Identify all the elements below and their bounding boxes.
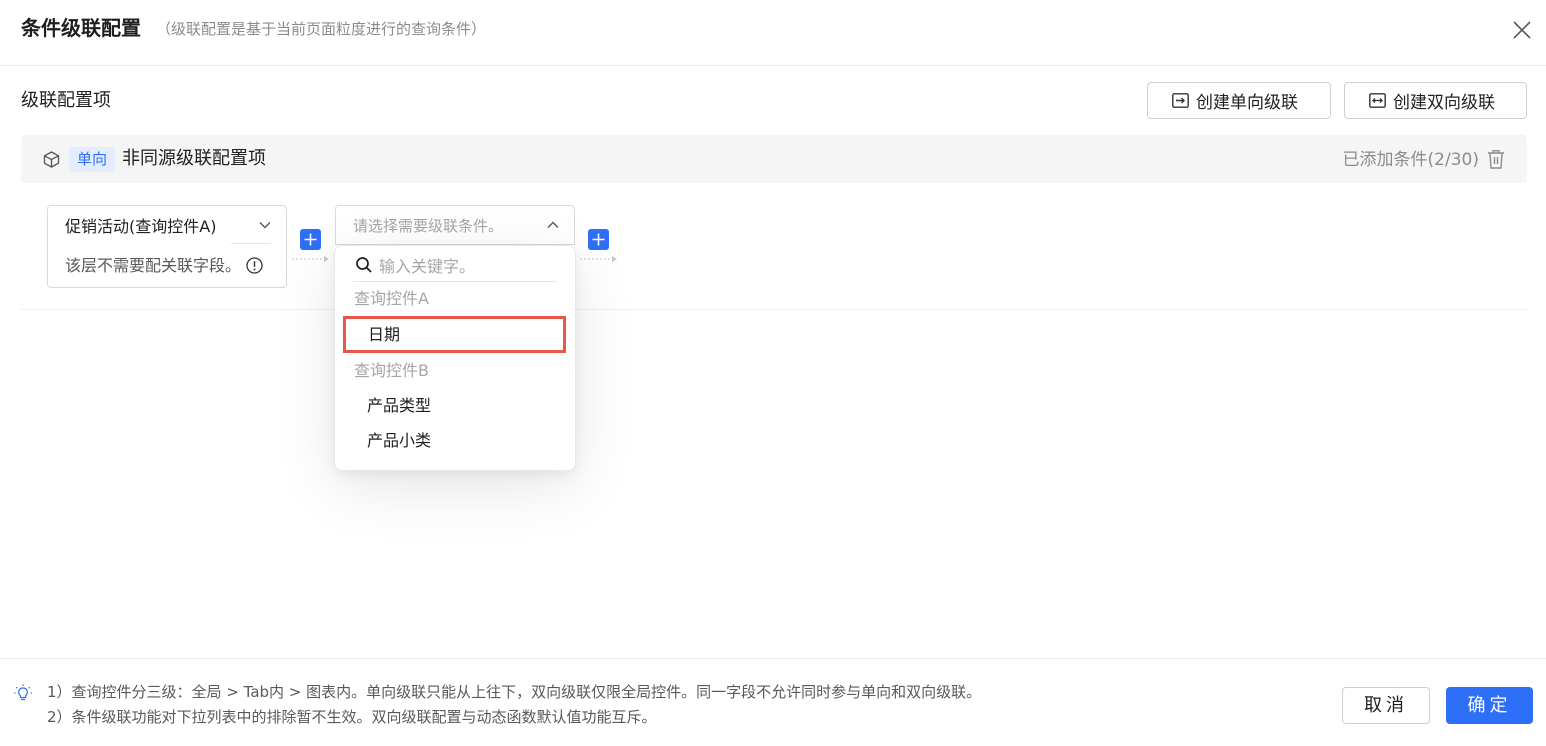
create-double-cascade-button[interactable]: 创建双向级联 xyxy=(1344,82,1527,119)
direction-tag: 单向 xyxy=(69,147,116,172)
cascade-config-item: 单向 非同源级联配置项 已添加条件(2/30) xyxy=(21,135,1527,183)
dropdown-option-product-type[interactable]: 产品类型 xyxy=(367,395,431,417)
chevron-down-icon[interactable] xyxy=(258,220,272,230)
dropdown-group-label: 查询控件B xyxy=(354,361,429,380)
footer-note: 1）查询控件分三级：全局 > Tab内 > 图表内。单向级联只能从上往下，双向级… xyxy=(47,683,982,701)
added-condition-count: 已添加条件(2/30) xyxy=(1342,150,1479,170)
cascade-node-a: 促销活动(查询控件A) 该层不需要配关联字段。 xyxy=(47,205,287,288)
close-button[interactable] xyxy=(1510,18,1534,42)
add-condition-button[interactable] xyxy=(588,229,609,250)
cube-icon xyxy=(43,151,60,168)
connector-arrow xyxy=(580,256,617,262)
dialog-header: 条件级联配置 （级联配置是基于当前页面粒度进行的查询条件） xyxy=(0,0,1546,66)
section-title: 级联配置项 xyxy=(21,90,111,111)
node-a-select[interactable]: 促销活动(查询控件A) xyxy=(65,216,216,238)
double-arrow-box-icon xyxy=(1369,93,1386,108)
dropdown-option-product-subcategory[interactable]: 产品小类 xyxy=(367,430,431,452)
node-a-field-line xyxy=(231,243,271,244)
dialog-title: 条件级联配置 xyxy=(21,16,141,40)
arrow-right-box-icon xyxy=(1172,93,1189,108)
section-divider xyxy=(21,309,1527,310)
footer-note: 2）条件级联功能对下拉列表中的排除暂不生效。双向级联配置与动态函数默认值功能互斥… xyxy=(47,708,657,726)
create-single-cascade-button[interactable]: 创建单向级联 xyxy=(1147,82,1331,119)
add-condition-button[interactable] xyxy=(300,229,321,250)
cancel-button[interactable]: 取消 xyxy=(1342,687,1430,724)
node-a-hint: 该层不需要配关联字段。 xyxy=(65,256,242,275)
plus-icon xyxy=(304,233,317,246)
confirm-button[interactable]: 确定 xyxy=(1446,687,1533,724)
config-item-name: 非同源级联配置项 xyxy=(122,148,266,169)
search-icon xyxy=(356,257,372,273)
trash-icon[interactable] xyxy=(1487,149,1505,169)
chevron-up-icon[interactable] xyxy=(546,220,560,230)
lightbulb-icon xyxy=(14,684,32,701)
dropdown-option-date[interactable]: 日期 xyxy=(343,316,566,353)
dropdown-group-label: 查询控件A xyxy=(354,289,429,308)
condition-select-placeholder[interactable]: 请选择需要级联条件。 xyxy=(353,215,503,237)
dialog-footer: 1）查询控件分三级：全局 > Tab内 > 图表内。单向级联只能从上往下，双向级… xyxy=(0,658,1546,746)
plus-icon xyxy=(592,233,605,246)
create-single-cascade-label: 创建单向级联 xyxy=(1196,93,1298,113)
close-icon xyxy=(1513,21,1531,39)
dialog-subtitle: （级联配置是基于当前页面粒度进行的查询条件） xyxy=(156,20,487,38)
cascade-condition-select[interactable]: 请选择需要级联条件。 xyxy=(335,205,575,245)
info-icon[interactable] xyxy=(246,257,263,274)
connector-arrow xyxy=(292,256,329,262)
dropdown-search-input[interactable] xyxy=(379,254,555,278)
dropdown-search xyxy=(353,252,557,282)
create-double-cascade-label: 创建双向级联 xyxy=(1393,93,1495,113)
condition-dropdown: 查询控件A 日期 查询控件B 产品类型 产品小类 xyxy=(334,245,576,471)
